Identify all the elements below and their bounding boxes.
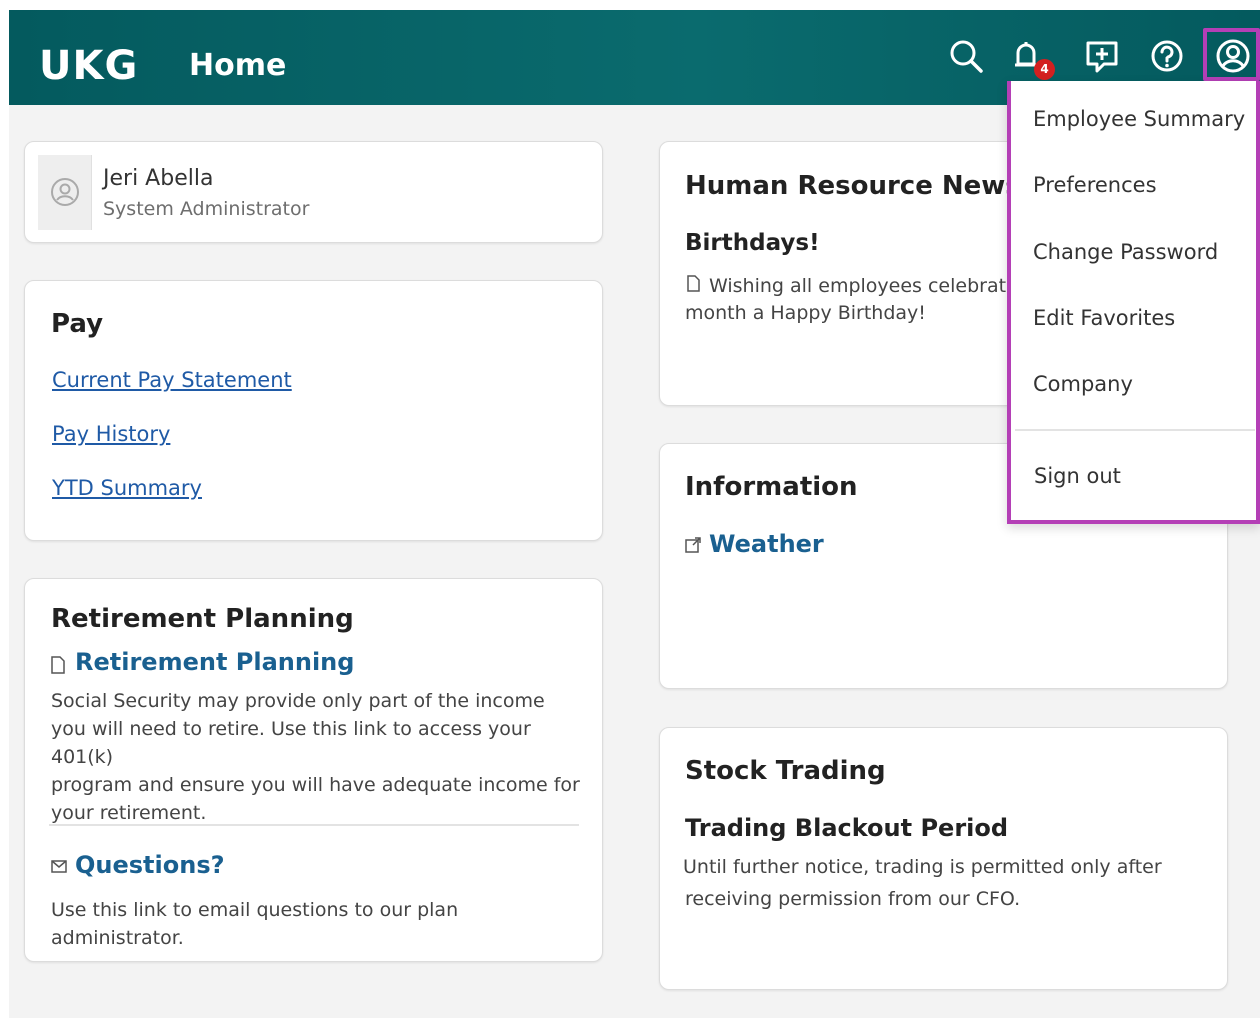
document-icon (687, 275, 700, 292)
menu-item-edit-favorites[interactable]: Edit Favorites (1033, 304, 1175, 332)
ytd-summary-link[interactable]: YTD Summary (52, 476, 202, 500)
retirement-divider (49, 824, 579, 826)
ukg-logo[interactable]: UKG (39, 44, 138, 88)
stock-trading-title: Stock Trading (685, 756, 886, 786)
pay-title: Pay (51, 309, 104, 339)
retirement-title: Retirement Planning (51, 604, 354, 634)
menu-item-preferences[interactable]: Preferences (1033, 171, 1157, 199)
page-title: Home (189, 48, 287, 83)
blackout-heading: Trading Blackout Period (685, 814, 1009, 842)
avatar (38, 155, 92, 230)
help-icon[interactable] (1147, 36, 1187, 76)
menu-item-sign-out[interactable]: Sign out (1034, 462, 1121, 490)
blackout-text-line2: receiving permission from our CFO. (685, 888, 1021, 910)
birthday-message-line1: Wishing all employees celebratin (709, 275, 1024, 297)
menu-divider (1015, 429, 1255, 431)
user-avatar-icon (51, 178, 79, 206)
pay-history-link[interactable]: Pay History (52, 422, 170, 446)
information-title: Information (685, 472, 858, 502)
weather-link[interactable]: Weather (709, 530, 824, 558)
retirement-card: Retirement Planning Retirement Planning … (24, 578, 603, 962)
profile-button-highlight (1203, 28, 1260, 81)
questions-link[interactable]: Questions? (75, 851, 225, 879)
retirement-description: Social Security may provide only part of… (51, 690, 580, 824)
pay-card: Pay Current Pay Statement Pay History YT… (24, 280, 603, 541)
user-role: System Administrator (103, 198, 310, 220)
blackout-text-line1: Until further notice, trading is permitt… (683, 856, 1162, 878)
retirement-planning-link[interactable]: Retirement Planning (75, 648, 354, 676)
user-profile-card: Jeri Abella System Administrator (24, 141, 603, 243)
current-pay-statement-link[interactable]: Current Pay Statement (52, 368, 292, 392)
questions-description: Use this link to email questions to our … (51, 899, 459, 949)
user-name: Jeri Abella (103, 166, 214, 191)
menu-item-employee-summary[interactable]: Employee Summary (1033, 105, 1245, 133)
birthday-message-line2: month a Happy Birthday! (685, 302, 926, 324)
menu-item-change-password[interactable]: Change Password (1033, 238, 1218, 266)
hr-news-title: Human Resource News (685, 171, 1021, 201)
stock-trading-card: Stock Trading Trading Blackout Period Un… (659, 727, 1228, 990)
feedback-icon[interactable] (1082, 36, 1122, 76)
document-icon (51, 656, 65, 674)
external-link-icon (685, 537, 701, 553)
profile-menu: Employee Summary Preferences Change Pass… (1007, 81, 1260, 524)
mail-icon (51, 860, 67, 873)
birthdays-heading: Birthdays! (685, 230, 820, 256)
notification-badge: 4 (1034, 59, 1055, 80)
menu-item-company[interactable]: Company (1033, 370, 1133, 398)
search-icon[interactable] (946, 36, 986, 76)
